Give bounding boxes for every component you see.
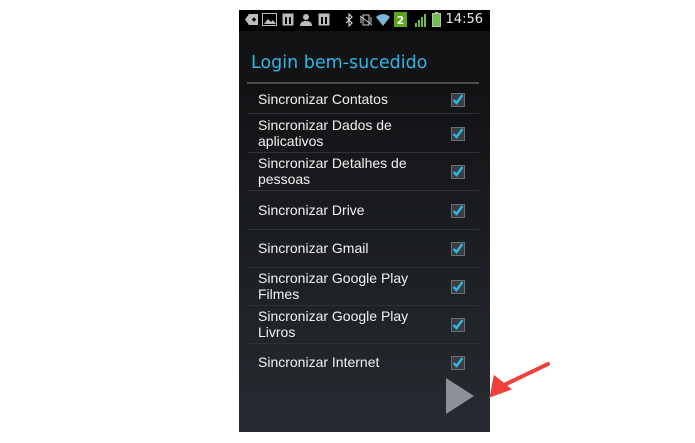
- sync-item-play-livros[interactable]: Sincronizar Google Play Livros: [248, 305, 479, 344]
- phone-screen: 2 14:56 Login bem-sucedido Sincronizar C…: [239, 10, 490, 432]
- sync-item-label: Sincronizar Gmail: [258, 240, 369, 256]
- sync-item-gmail[interactable]: Sincronizar Gmail: [248, 229, 479, 268]
- battery-icon: [432, 12, 441, 27]
- person-icon: [300, 13, 313, 27]
- sync-item-label: Sincronizar Dados de aplicativos: [258, 116, 392, 149]
- sync-item-label: Sincronizar Detalhes de pessoas: [258, 155, 407, 187]
- red-arrow-icon: [482, 360, 552, 400]
- status-bar: 2 14:56: [239, 10, 490, 31]
- calendar-icon: [282, 13, 294, 27]
- sync-item-contatos[interactable]: Sincronizar Contatos: [248, 84, 479, 114]
- sync-item-internet[interactable]: Sincronizar Internet: [248, 343, 479, 381]
- status-clock: 14:56: [445, 12, 483, 27]
- sync-item-detalhes-pessoas[interactable]: Sincronizar Detalhes de pessoas: [248, 152, 479, 191]
- sync-item-label: Sincronizar Google Play Filmes: [258, 270, 409, 302]
- sync-item-label: Sincronizar Internet: [258, 354, 380, 370]
- vibrate-icon: [359, 13, 373, 27]
- calendar-icon: [318, 13, 330, 27]
- page-title: Login bem-sucedido: [251, 53, 428, 73]
- notification-badge: 2: [397, 14, 405, 27]
- checkbox-checked[interactable]: [451, 317, 465, 332]
- play-triangle-icon[interactable]: [444, 377, 476, 415]
- sync-item-label: Sincronizar Google Play Livros: [258, 308, 409, 340]
- checkbox-checked[interactable]: [451, 164, 465, 179]
- add-icon: [245, 13, 259, 27]
- checkbox-checked[interactable]: [451, 203, 465, 218]
- battery-badge-icon: 2: [394, 12, 407, 27]
- image-icon: [262, 13, 277, 27]
- checkbox-checked[interactable]: [451, 279, 465, 294]
- sync-item-label: Sincronizar Drive: [258, 201, 365, 218]
- sync-item-dados-aplicativos[interactable]: Sincronizar Dados de aplicativos: [248, 113, 479, 153]
- wifi-icon: [376, 13, 390, 27]
- sync-item-drive[interactable]: Sincronizar Drive: [248, 190, 479, 230]
- signal-icon: [415, 13, 429, 27]
- checkbox-checked[interactable]: [451, 355, 465, 370]
- sync-item-label: Sincronizar Contatos: [258, 90, 388, 107]
- checkbox-checked[interactable]: [451, 92, 465, 107]
- header: Login bem-sucedido: [239, 31, 490, 84]
- sync-item-play-filmes[interactable]: Sincronizar Google Play Filmes: [248, 267, 479, 306]
- checkbox-checked[interactable]: [451, 241, 465, 256]
- checkbox-checked[interactable]: [451, 126, 465, 141]
- bluetooth-icon: [345, 13, 354, 27]
